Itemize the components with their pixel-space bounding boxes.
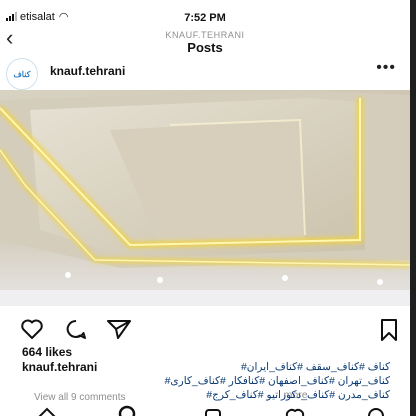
post-image[interactable] xyxy=(0,90,410,306)
status-time: 7:52 PM xyxy=(184,12,226,24)
page-title: Posts xyxy=(187,40,223,55)
post-username[interactable]: knauf.tehrani xyxy=(50,64,125,78)
like-count[interactable]: 664 likes xyxy=(22,345,72,359)
send-icon[interactable] xyxy=(106,318,132,340)
post-actions xyxy=(0,318,410,342)
caption-hashtags-line3[interactable]: کناف_مدرن #کناف_دکوراتیو #کناف_کرج# xyxy=(206,389,390,401)
view-all-comments[interactable]: View all 9 comments xyxy=(34,392,126,403)
avatar[interactable]: کناف xyxy=(6,58,38,90)
profile-icon[interactable] xyxy=(366,406,386,416)
status-bar: etisalat ◠ 7:52 PM xyxy=(0,0,410,26)
account-name: KNAUF.TEHRANI xyxy=(165,30,245,40)
ceiling-photo xyxy=(0,90,410,306)
bottom-tab-bar xyxy=(0,404,410,416)
comment-icon[interactable] xyxy=(64,318,88,340)
bookmark-icon[interactable] xyxy=(378,318,400,342)
more-icon[interactable]: ••• xyxy=(376,59,396,77)
activity-icon[interactable] xyxy=(284,406,306,416)
phone-screen: etisalat ◠ 7:52 PM ‹ KNAUF.TEHRANI Posts… xyxy=(0,0,410,416)
caption-username[interactable]: knauf.tehrani xyxy=(22,360,97,374)
add-post-icon[interactable] xyxy=(204,406,222,416)
nav-header: ‹ KNAUF.TEHRANI Posts xyxy=(0,26,410,56)
caption-hashtags-line2[interactable]: کناف_تهران #کناف_اصفهان #کنافکار #کناف_ک… xyxy=(165,375,390,387)
caption-hashtags-line1[interactable]: کناف #کناف_سقف #کناف_ایران# xyxy=(241,361,390,373)
search-icon[interactable] xyxy=(116,404,138,416)
post-header: کناف knauf.tehrani ••• xyxy=(0,58,410,90)
avatar-logo: کناف xyxy=(13,69,31,79)
heart-icon[interactable] xyxy=(20,318,44,340)
home-icon[interactable] xyxy=(36,406,58,416)
